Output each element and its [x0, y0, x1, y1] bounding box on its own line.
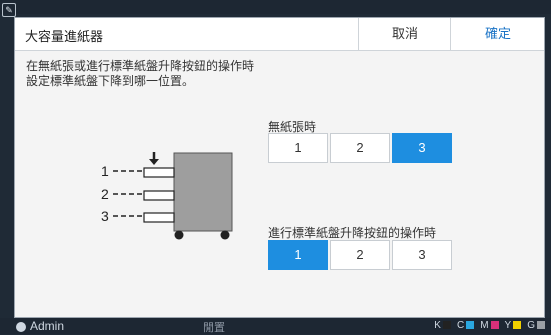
tray-label-2: 2 [101, 186, 109, 202]
cancel-button[interactable]: 取消 [358, 18, 451, 50]
button-operation-option-2[interactable]: 2 [330, 240, 390, 270]
dialog-title: 大容量進紙器 [25, 29, 104, 44]
button-operation-option-3[interactable]: 3 [392, 240, 452, 270]
status-text: 閒置 [203, 322, 225, 334]
tray-label-1: 1 [101, 163, 109, 179]
button-operation-label: 進行標準紙盤升降按鈕的操作時 [268, 226, 437, 240]
back-icon[interactable]: ✎ [2, 3, 16, 17]
tray-1 [143, 167, 175, 178]
button-operation-option-1[interactable]: 1 [268, 240, 328, 270]
ink-c: C [457, 320, 475, 331]
no-paper-option-2[interactable]: 2 [330, 133, 390, 163]
user-icon [16, 321, 26, 332]
large-capacity-feeder-dialog: 大容量進紙器 取消 確定 在無紙張或進行標準紙盤升降按鈕的操作時 設定標準紙盤下… [14, 17, 545, 318]
feeder-wheel-left [174, 230, 184, 240]
ink-m: M [480, 320, 499, 331]
no-paper-option-1[interactable]: 1 [268, 133, 328, 163]
down-arrow-head-icon [149, 159, 159, 165]
dialog-description: 在無紙張或進行標準紙盤升降按鈕的操作時 設定標準紙盤下降到哪一位置。 [26, 59, 254, 89]
tray-label-3: 3 [101, 208, 109, 224]
feeder-tray-diagram: 1 2 3 [101, 152, 233, 240]
ink-k: K [434, 320, 451, 331]
description-line-2: 設定標準紙盤下降到哪一位置。 [26, 74, 195, 88]
background-top-bar: ✎ [0, 0, 551, 17]
feeder-wheel-right [220, 230, 230, 240]
no-paper-selector: 1 2 3 [268, 133, 452, 163]
ink-y: Y [505, 320, 522, 331]
tray-3 [143, 212, 175, 223]
button-operation-selector: 1 2 3 [268, 240, 452, 270]
dialog-titlebar: 大容量進紙器 取消 確定 [15, 18, 544, 51]
no-paper-option-3[interactable]: 3 [392, 133, 452, 163]
ink-g: G [527, 320, 545, 331]
feeder-body [173, 152, 233, 232]
user-indicator[interactable]: Admin [16, 319, 64, 333]
ok-button[interactable]: 確定 [450, 18, 545, 50]
user-name: Admin [30, 319, 65, 333]
description-line-1: 在無紙張或進行標準紙盤升降按鈕的操作時 [26, 59, 255, 73]
ink-levels: K C M Y G [434, 320, 545, 331]
tray-2 [143, 190, 175, 201]
